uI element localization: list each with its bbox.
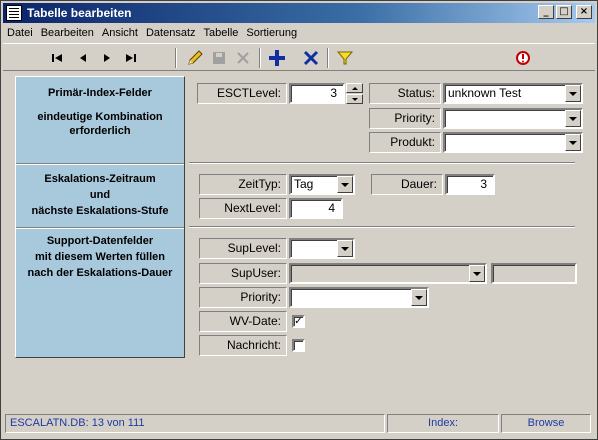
priority2-label: Priority: [199,287,287,308]
window-title: Tabelle bearbeiten [27,6,132,20]
first-record-icon[interactable] [47,48,67,68]
chevron-down-icon[interactable] [565,110,581,127]
save-icon[interactable] [209,48,229,68]
nachricht-checkbox[interactable] [292,339,305,352]
section-divider [16,227,184,229]
status-label: Status: [369,83,441,104]
section3-text: nach der Eskalations-Dauer [27,267,173,279]
escl-level-spinner[interactable] [346,83,363,104]
minimize-button[interactable]: _ [538,5,554,19]
toolbar-separator [259,48,261,68]
section-separator [189,226,575,228]
wvdate-checkbox[interactable]: ✓ [292,315,305,328]
escl-level-input[interactable]: 3 [289,83,345,104]
record-counter: ESCALATN.DB: 13 von 111 [5,414,385,433]
status-select[interactable]: unknown Test [443,83,583,104]
suplevel-select[interactable] [289,238,355,259]
menu-tabelle[interactable]: Tabelle [200,27,243,39]
filter-funnel-icon[interactable] [335,48,355,68]
spin-down-icon[interactable] [346,94,363,104]
toolbar [3,43,595,71]
next-record-icon[interactable] [97,48,117,68]
index-indicator: Index: [387,414,499,433]
wvdate-label: WV-Date: [199,311,287,332]
section-separator [189,162,575,164]
priority-select[interactable] [443,108,583,129]
nachricht-label: Nachricht: [199,335,287,356]
menu-bar: Datei Bearbeiten Ansicht Datensatz Tabel… [3,24,301,42]
zeittyp-select[interactable]: Tag [289,174,355,195]
nextlevel-label: NextLevel: [199,198,287,219]
menu-bearbeiten[interactable]: Bearbeiten [37,27,98,39]
section2-title: Eskalations-Zeitraum [44,173,156,185]
menu-sortierung[interactable]: Sortierung [242,27,301,39]
section1-text: erforderlich [69,125,131,137]
section3-text: mit diesem Werten füllen [35,251,165,263]
section-info-panel: Primär-Index-Felder eindeutige Kombinati… [15,76,185,358]
prev-record-icon[interactable] [73,48,93,68]
nextlevel-input[interactable]: 4 [289,198,343,219]
menu-ansicht[interactable]: Ansicht [98,27,142,39]
close-button[interactable]: × [576,5,592,19]
section-divider [16,163,184,165]
chevron-down-icon[interactable] [337,240,353,257]
produkt-select[interactable] [443,132,583,153]
suplevel-label: SupLevel: [199,238,287,259]
zeittyp-label: ZeitTyp: [199,174,287,195]
insert-plus-icon[interactable] [267,48,287,68]
section2-text: nächste Eskalations-Stufe [31,205,169,217]
section3-title: Support-Datenfelder [46,235,154,247]
chevron-down-icon[interactable] [565,134,581,151]
dauer-input[interactable]: 3 [445,174,495,195]
cancel-x-icon[interactable] [233,48,253,68]
chevron-down-icon[interactable] [411,289,427,306]
menu-datei[interactable]: Datei [3,27,37,39]
app-table-icon [6,5,22,21]
dauer-label: Dauer: [371,174,443,195]
spin-up-icon[interactable] [346,83,363,93]
form-area: Primär-Index-Felder eindeutige Kombinati… [3,73,595,409]
chevron-down-icon[interactable] [337,176,353,193]
produkt-label: Produkt: [369,132,441,153]
priority2-select[interactable] [289,287,429,308]
toolbar-separator [327,48,329,68]
stop-icon[interactable] [513,48,533,68]
chevron-down-icon[interactable] [565,85,581,102]
escl-level-label: ESCTLevel: [197,83,287,104]
maximize-button[interactable]: □ [556,5,572,19]
supuser-extra-field [491,263,577,284]
edit-pencil-icon[interactable] [185,48,205,68]
supuser-label: SupUser: [199,263,287,284]
status-value: unknown Test [448,86,522,100]
title-bar[interactable]: Tabelle bearbeiten _ □ × [3,3,595,23]
last-record-icon[interactable] [121,48,141,68]
priority-label: Priority: [369,108,441,129]
section1-title: Primär-Index-Felder [48,87,152,99]
chevron-down-icon[interactable] [469,265,485,282]
supuser-select[interactable] [289,263,487,284]
section2-text: und [89,189,111,201]
mode-indicator: Browse [501,414,591,433]
toolbar-separator [175,48,177,68]
status-bar: ESCALATN.DB: 13 von 111 Index: Browse [3,411,595,437]
zeittyp-value: Tag [294,177,314,191]
delete-x-icon[interactable] [301,48,321,68]
menu-datensatz[interactable]: Datensatz [142,27,200,39]
main-window: Tabelle bearbeiten _ □ × Datei Bearbeite… [0,0,598,440]
